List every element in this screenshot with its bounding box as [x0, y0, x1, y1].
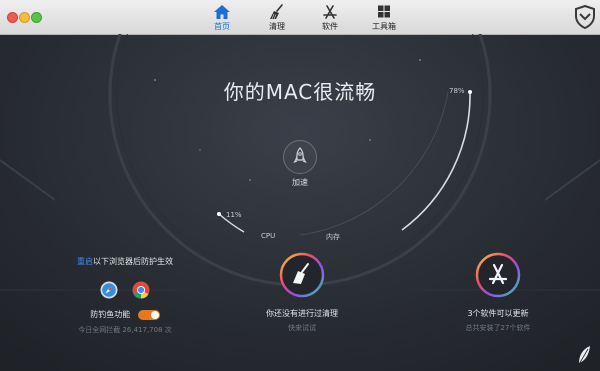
cpu-percent: 11%: [226, 211, 242, 219]
memory-percent: 78%: [449, 87, 465, 95]
tab-toolbox[interactable]: 工具箱: [362, 3, 406, 33]
main-window: 首页 清理 软件 工具箱 你的MAC很流畅 78% 11% CPU 内存 加速 …: [0, 0, 600, 371]
phishing-protection-row: 防钓鱼功能: [40, 309, 210, 320]
software-panel: 3个软件可以更新 总共安装了27个软件: [428, 252, 568, 333]
cleanup-ring-icon: [279, 252, 325, 298]
software-button[interactable]: [475, 252, 521, 298]
close-window-button[interactable]: [7, 12, 18, 23]
tab-home-label: 首页: [214, 22, 230, 31]
title-bar: 首页 清理 软件 工具箱: [0, 0, 600, 35]
software-ring-icon: [475, 252, 521, 298]
feather-icon[interactable]: [576, 345, 592, 367]
phishing-label: 防钓鱼功能: [90, 310, 131, 319]
browser-protection-panel: 重启以下浏览器后防护生效 防钓鱼功能 今日全网拦截 26,417,708 次: [40, 256, 210, 335]
app-store-icon: [323, 5, 337, 19]
tab-clean[interactable]: 清理: [255, 3, 299, 33]
restart-notice-text: 以下浏览器后防护生效: [93, 257, 173, 266]
restart-notice: 重启以下浏览器后防护生效: [40, 256, 210, 267]
tab-software-label: 软件: [322, 22, 338, 31]
boost-label: 加速: [292, 178, 308, 187]
chrome-icon[interactable]: [132, 281, 150, 299]
tab-home[interactable]: 首页: [200, 3, 244, 33]
minimize-window-button[interactable]: [19, 12, 30, 23]
cleanup-button[interactable]: [279, 252, 325, 298]
cleanup-subtitle: 快来试试: [288, 324, 316, 332]
software-title: 3个软件可以更新: [467, 309, 529, 318]
status-headline: 你的MAC很流畅: [223, 80, 377, 104]
home-icon: [214, 5, 230, 19]
zoom-window-button[interactable]: [31, 12, 42, 23]
software-subtitle: 总共安装了27个软件: [465, 324, 531, 332]
safari-icon[interactable]: [100, 281, 118, 299]
rocket-icon: [293, 147, 307, 163]
tab-clean-label: 清理: [269, 22, 285, 31]
restart-link[interactable]: 重启: [77, 257, 93, 266]
grid-icon: [378, 5, 390, 18]
broom-icon: [270, 4, 283, 20]
tab-software[interactable]: 软件: [308, 3, 352, 33]
cpu-label: CPU: [261, 232, 276, 240]
phishing-toggle[interactable]: [137, 309, 160, 320]
tab-toolbox-label: 工具箱: [372, 22, 396, 31]
cleanup-title: 你还没有进行过清理: [266, 309, 338, 318]
blocked-count-text: 今日全网拦截 26,417,708 次: [78, 326, 172, 334]
browser-list: [40, 279, 210, 299]
memory-label: 内存: [326, 233, 340, 241]
boost-button[interactable]: 加速: [276, 140, 324, 188]
shield-icon[interactable]: [574, 5, 596, 29]
cleanup-panel: 你还没有进行过清理 快来试试: [232, 252, 372, 333]
